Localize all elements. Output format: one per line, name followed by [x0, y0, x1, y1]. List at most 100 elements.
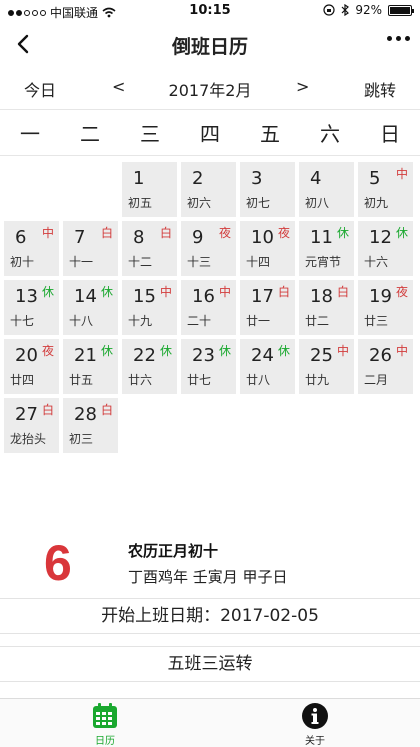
calendar-blank-cell [63, 162, 118, 217]
weekday-label: 三 [140, 122, 160, 146]
day-number: 24 [251, 345, 274, 366]
battery-icon [388, 4, 414, 16]
calendar-day-cell[interactable]: 4 初八 [299, 162, 354, 217]
lunar-day: 元宵节 [305, 255, 342, 269]
lunar-day: 龙抬头 [10, 432, 47, 446]
tab-calendar-label: 日历 [95, 736, 115, 747]
day-number: 12 [369, 227, 392, 248]
day-number: 13 [15, 286, 38, 307]
shift-badge: 休 [218, 344, 231, 358]
day-number: 2 [192, 168, 204, 189]
lunar-day: 廿三 [364, 314, 389, 328]
lunar-day: 十六 [364, 255, 389, 269]
day-number: 14 [74, 286, 97, 307]
tab-bar: 日历 关于 [0, 698, 420, 747]
day-number: 1 [133, 168, 145, 189]
calendar-grid: 1 初五 2 初六 3 初七 4 初八 5 初九中 6 初十中 7 十一白 8 十二白 9 十三夜 10 十四夜 11 元… [4, 162, 418, 453]
calendar-day-cell[interactable]: 23 廿七 休 [181, 339, 236, 394]
calendar-day-cell[interactable]: 19 廿三 夜 [358, 280, 413, 335]
calendar-day-cell[interactable]: 22 廿六 休 [122, 339, 177, 394]
day-number: 19 [369, 286, 392, 307]
calendar-icon [93, 703, 117, 728]
calendar-day-cell[interactable]: 25 廿九 中 [299, 339, 354, 394]
day-number: 16 [192, 286, 215, 307]
day-number: 18 [310, 286, 333, 307]
calendar-day-cell[interactable]: 26 二月 中 [358, 339, 413, 394]
jump-button[interactable]: 跳转 [364, 77, 396, 101]
lunar-date: 农历正月初十 [128, 542, 219, 560]
lunar-day: 廿八 [246, 373, 271, 387]
calendar-day-cell[interactable]: 24 廿八 休 [240, 339, 295, 394]
day-number: 7 [74, 227, 86, 248]
lunar-day: 二十 [187, 314, 212, 328]
calendar-day-cell[interactable]: 17 廿一 白 [240, 280, 295, 335]
day-number: 6 [15, 227, 27, 248]
page-title: 倒班日历 [171, 36, 248, 58]
shift-badge: 中 [218, 285, 231, 299]
calendar-day-cell[interactable]: 2 初六 [181, 162, 236, 217]
day-number: 26 [369, 345, 392, 366]
shift-badge: 休 [336, 226, 349, 240]
day-number: 28 [74, 404, 97, 425]
next-month-button[interactable]: > [296, 77, 309, 96]
lunar-day: 十二 [128, 255, 153, 269]
calendar-day-cell[interactable]: 9 十三 夜 [181, 221, 236, 276]
calendar-day-cell[interactable]: 7 十一 白 [63, 221, 118, 276]
lunar-day: 廿六 [128, 373, 153, 387]
day-number: 22 [133, 345, 156, 366]
day-number: 3 [251, 168, 263, 189]
ganzhi-date: 丁酉鸡年 壬寅月 甲子日 [128, 568, 288, 586]
tab-calendar[interactable]: 日历 [0, 699, 210, 747]
lunar-day: 廿七 [187, 373, 212, 387]
start-date-row[interactable]: 开始上班日期：2017-02-05 [0, 598, 420, 634]
shift-badge: 夜 [277, 226, 290, 240]
day-number: 8 [133, 227, 145, 248]
calendar-day-cell[interactable]: 18 廿二 白 [299, 280, 354, 335]
weekday-label: 六 [320, 122, 340, 146]
calendar-blank-cell [4, 162, 59, 217]
calendar-day-cell[interactable]: 20 廿四 夜 [4, 339, 59, 394]
lunar-day: 二月 [364, 373, 389, 387]
weekday-label: 五 [260, 122, 280, 146]
day-number: 15 [133, 286, 156, 307]
calendar-day-cell[interactable]: 10 十四 夜 [240, 221, 295, 276]
calendar-day-cell[interactable]: 28 初三 白 [63, 398, 118, 453]
shift-badge: 休 [100, 344, 113, 358]
more-menu-icon[interactable] [387, 36, 410, 41]
lunar-day: 初七 [246, 196, 271, 210]
shift-badge: 休 [100, 285, 113, 299]
shift-mode-row[interactable]: 五班三运转 [0, 646, 420, 682]
shift-badge: 夜 [395, 285, 408, 299]
lunar-day: 十一 [69, 255, 94, 269]
weekday-label: 日 [380, 122, 400, 146]
calendar-day-cell[interactable]: 6 初十 中 [4, 221, 59, 276]
calendar-day-cell[interactable]: 14 十八 休 [63, 280, 118, 335]
calendar-day-cell[interactable]: 11 元宵节 休 [299, 221, 354, 276]
lunar-day: 十三 [187, 255, 212, 269]
calendar-day-cell[interactable]: 3 初七 [240, 162, 295, 217]
month-toolbar: 今日 < 2017年2月 > 跳转 [0, 66, 420, 110]
calendar-day-cell[interactable]: 13 十七 休 [4, 280, 59, 335]
calendar-day-cell[interactable]: 5 初九 中 [358, 162, 413, 217]
calendar-day-cell[interactable]: 1 初五 [122, 162, 177, 217]
calendar-day-cell[interactable]: 8 十二 白 [122, 221, 177, 276]
day-number: 4 [310, 168, 322, 189]
tab-about[interactable]: 关于 [210, 699, 420, 747]
lunar-day: 初五 [128, 196, 153, 210]
nav-bar: 倒班日历 [0, 22, 420, 66]
day-number: 9 [192, 227, 204, 248]
shift-badge: 中 [395, 167, 408, 181]
shift-badge: 白 [100, 403, 113, 417]
calendar-day-cell[interactable]: 16 二十 中 [181, 280, 236, 335]
status-right: 92% [323, 3, 414, 17]
lunar-day: 十八 [69, 314, 94, 328]
calendar-day-cell[interactable]: 15 十九 中 [122, 280, 177, 335]
lunar-day: 廿一 [246, 314, 271, 328]
calendar-day-cell[interactable]: 27 龙抬头 白 [4, 398, 59, 453]
battery-percent: 92% [355, 3, 382, 17]
calendar-day-cell[interactable]: 21 廿五 休 [63, 339, 118, 394]
info-icon [302, 703, 328, 729]
shift-badge: 白 [41, 403, 54, 417]
calendar-day-cell[interactable]: 12 十六 休 [358, 221, 413, 276]
day-number: 11 [310, 227, 333, 248]
